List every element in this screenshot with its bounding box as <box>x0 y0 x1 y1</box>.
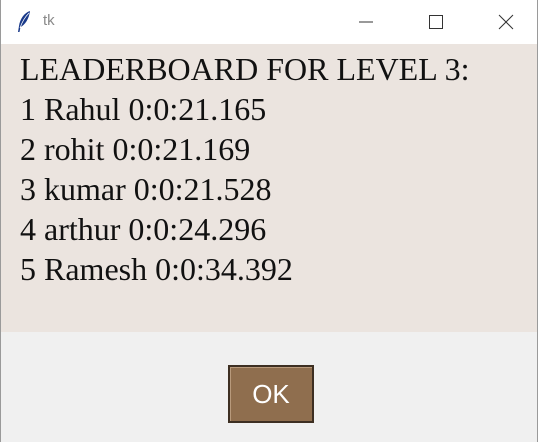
minimize-icon <box>359 21 373 23</box>
leaderboard-heading: LEADERBOARD FOR LEVEL 3: <box>20 51 470 87</box>
leaderboard-row: 4 arthur 0:0:24.296 <box>20 211 267 247</box>
title-bar[interactable]: tk <box>1 0 537 44</box>
minimize-button[interactable] <box>343 0 389 44</box>
maximize-icon <box>429 15 443 29</box>
leaderboard-row: 2 rohit 0:0:21.169 <box>20 131 251 167</box>
feather-icon <box>18 11 30 32</box>
leaderboard-row: 3 kumar 0:0:21.528 <box>20 171 272 207</box>
leaderboard-row: 5 Ramesh 0:0:34.392 <box>20 251 293 287</box>
maximize-button[interactable] <box>413 0 459 44</box>
window-title: tk <box>43 12 55 29</box>
app-window: tk LEADERBOARD FOR LEVEL 3: 1 Rahul 0:0:… <box>0 0 538 442</box>
ok-button[interactable]: OK <box>228 365 314 423</box>
close-button[interactable] <box>483 0 529 44</box>
button-area: OK <box>1 332 537 442</box>
close-icon <box>498 14 514 30</box>
leaderboard-panel: LEADERBOARD FOR LEVEL 3: 1 Rahul 0:0:21.… <box>1 44 537 332</box>
leaderboard-row: 1 Rahul 0:0:21.165 <box>20 91 267 127</box>
